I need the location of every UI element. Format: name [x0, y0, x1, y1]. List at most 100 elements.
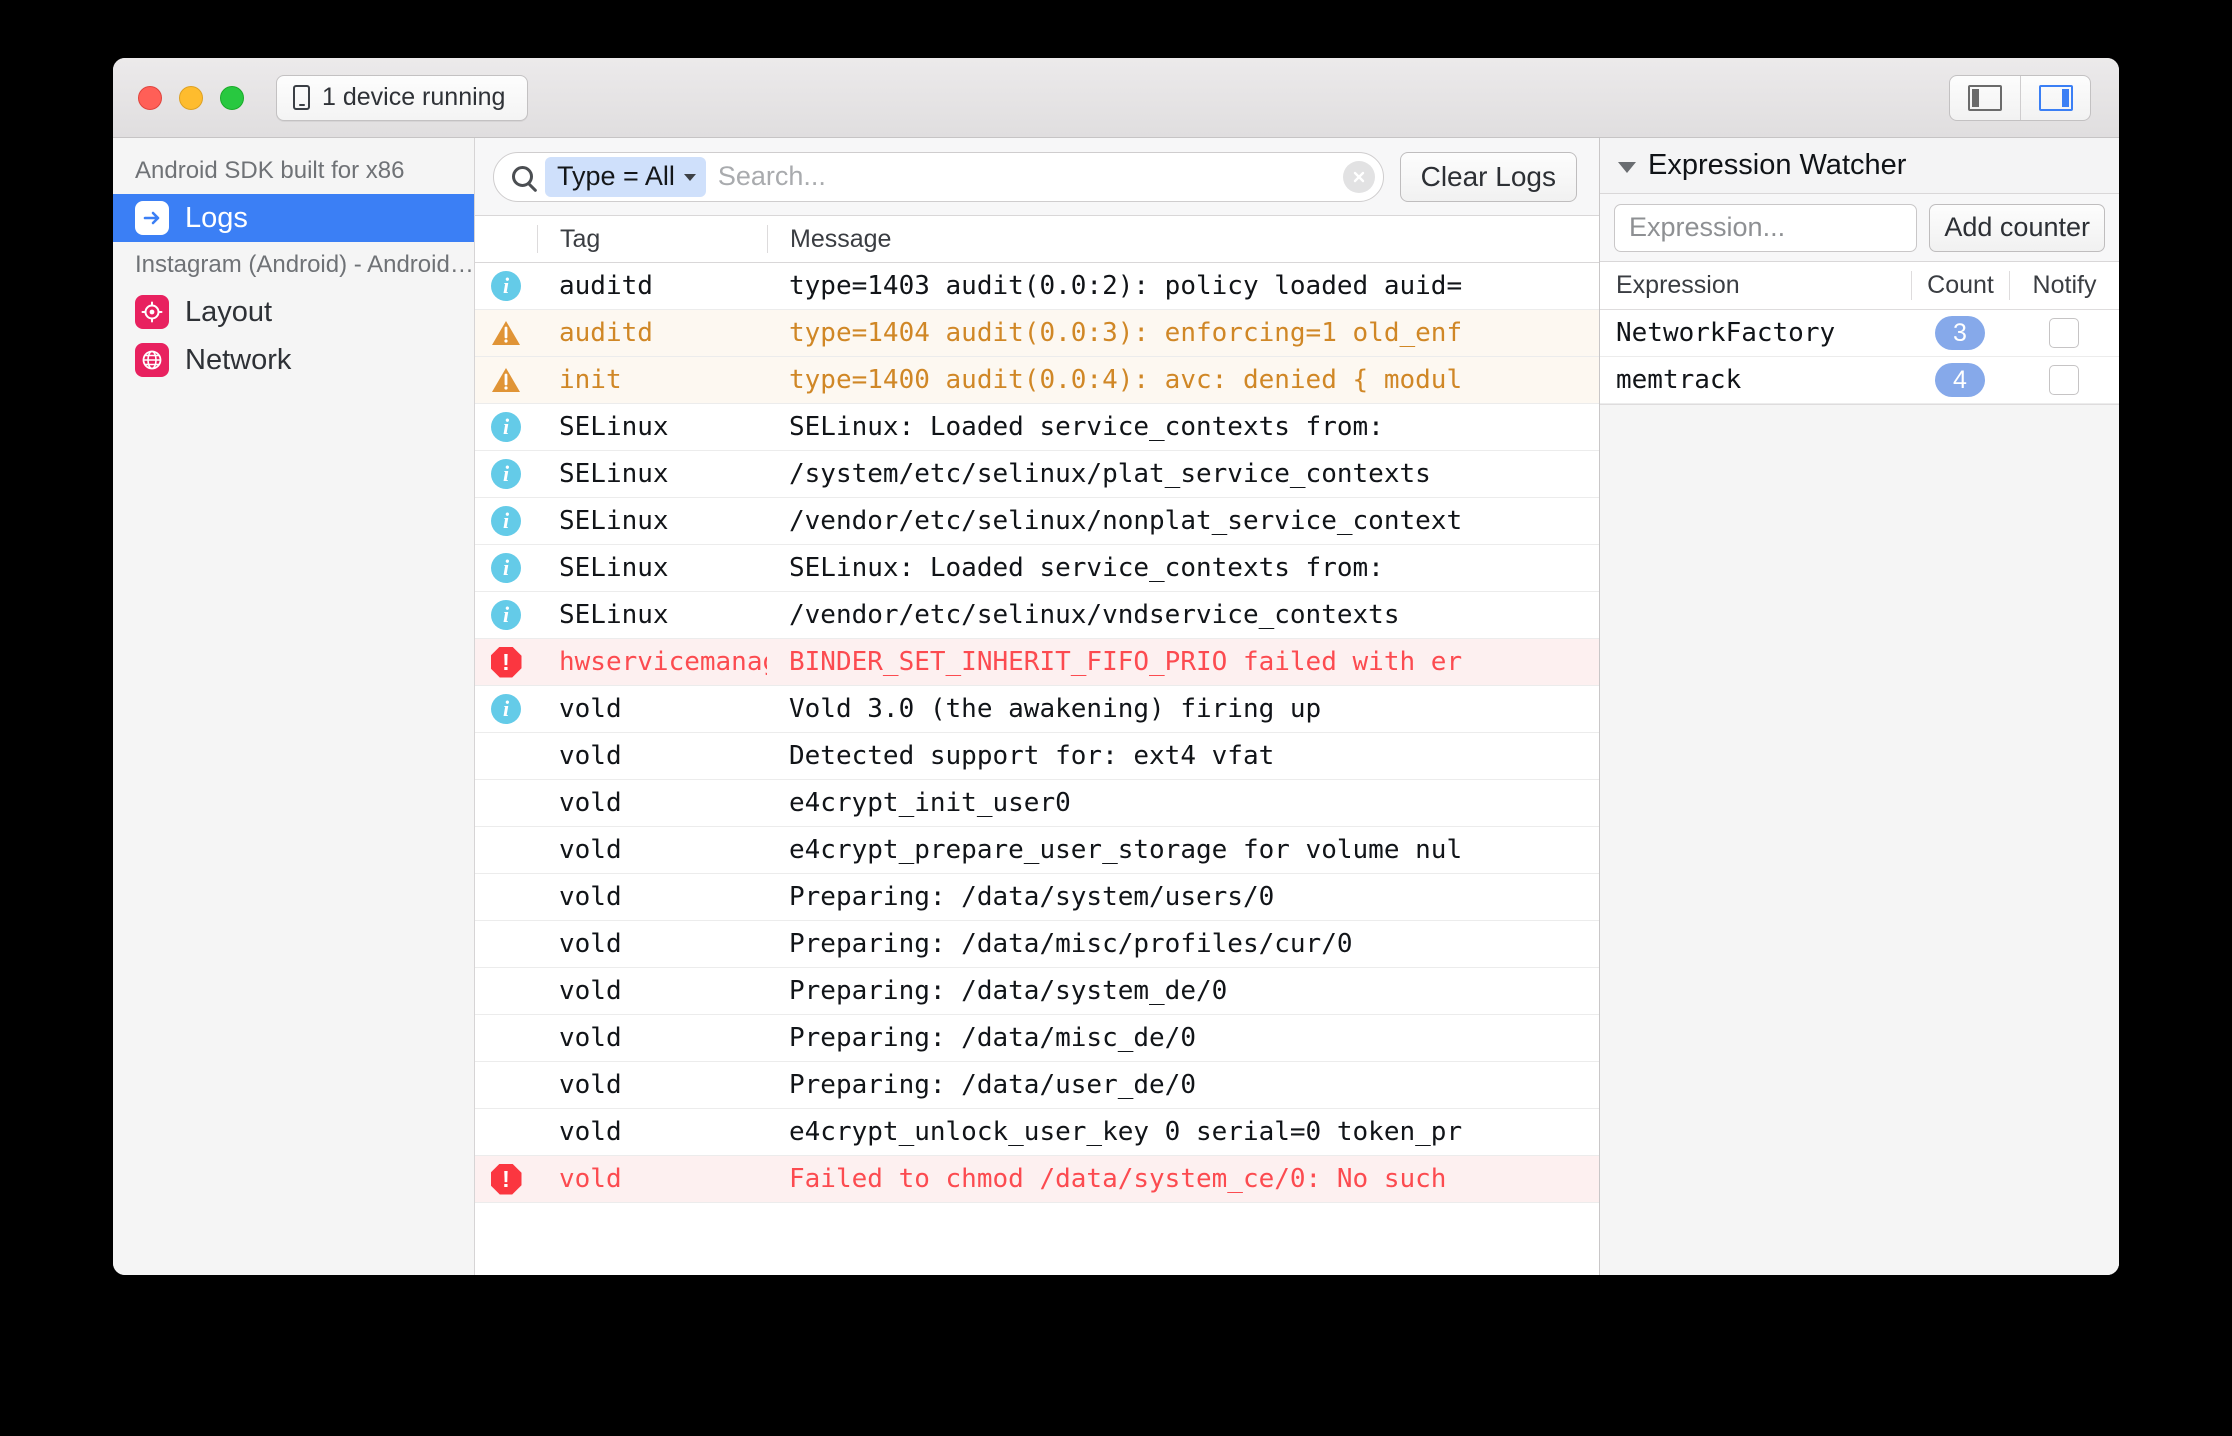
column-header-notify: Notify: [2009, 271, 2119, 300]
expression-panel-empty-area: [1600, 404, 2119, 1275]
expression-add-row: Add counter: [1600, 194, 2119, 262]
table-row[interactable]: auditd type=1404 audit(0.0:3): enforcing=…: [475, 310, 1599, 357]
sidebar-item-logs[interactable]: Logs: [113, 194, 474, 242]
sidebar-item-layout[interactable]: Layout: [113, 288, 474, 336]
log-tag: hwservicemanag: [559, 647, 767, 677]
log-message: type=1404 audit(0.0:3): enforcing=1 old_…: [789, 318, 1463, 348]
log-message: Preparing: /data/misc_de/0: [789, 1023, 1196, 1053]
table-row[interactable]: vold e4crypt_prepare_user_storage for vol…: [475, 827, 1599, 874]
expression-count-cell: 3: [1911, 316, 2009, 350]
log-message: Preparing: /data/system_de/0: [789, 976, 1228, 1006]
phone-icon: [293, 85, 310, 110]
log-tag: vold: [559, 1164, 622, 1194]
right-panel-toggle-icon: [2038, 85, 2073, 111]
table-row[interactable]: vold e4crypt_init_user0: [475, 780, 1599, 827]
device-status-button[interactable]: 1 device running: [276, 74, 529, 121]
log-tag: vold: [559, 788, 622, 818]
panel-toggle-group: [1949, 75, 2091, 121]
log-message: /vendor/etc/selinux/nonplat_service_cont…: [789, 506, 1463, 536]
log-tag: SELinux: [559, 459, 669, 489]
arrow-right-icon: [135, 201, 169, 235]
error-icon: !: [475, 646, 537, 678]
sidebar-item-label-network: Network: [185, 343, 292, 376]
log-message: Failed to chmod /data/system_ce/0: No su…: [789, 1164, 1447, 1194]
log-tag: init: [559, 365, 622, 395]
table-row[interactable]: i SELinux SELinux: Loaded service_contexts…: [475, 404, 1599, 451]
expression-row[interactable]: memtrack 4: [1600, 357, 2119, 404]
info-icon: i: [475, 506, 537, 536]
count-badge: 4: [1935, 363, 1985, 397]
column-header-tag: Tag: [537, 225, 767, 253]
clear-logs-label: Clear Logs: [1420, 160, 1556, 192]
table-row[interactable]: vold Preparing: /data/system_de/0: [475, 968, 1599, 1015]
log-table-header: Tag Message: [475, 216, 1599, 263]
table-row[interactable]: vold Preparing: /data/misc_de/0: [475, 1015, 1599, 1062]
log-message: Detected support for: ext4 vfat: [789, 741, 1275, 771]
log-tag: vold: [559, 929, 622, 959]
notify-checkbox[interactable]: [2049, 365, 2079, 395]
log-tag: vold: [559, 976, 622, 1006]
expression-watcher-title: Expression Watcher: [1648, 149, 1907, 181]
close-window-button[interactable]: [138, 85, 162, 110]
add-counter-button[interactable]: Add counter: [1929, 203, 2105, 252]
sidebar-group-header-app: Instagram (Android) - Android S...: [135, 251, 474, 278]
table-row[interactable]: vold Preparing: /data/user_de/0: [475, 1062, 1599, 1109]
info-icon: i: [475, 412, 537, 442]
search-input[interactable]: [717, 161, 1331, 192]
expression-table-body: NetworkFactory 3 memtrack 4: [1600, 310, 2119, 404]
log-message: SELinux: Loaded service_contexts from:: [789, 553, 1384, 583]
log-message: e4crypt_prepare_user_storage for volume …: [789, 835, 1463, 865]
expression-row[interactable]: NetworkFactory 3: [1600, 310, 2119, 357]
log-message: e4crypt_unlock_user_key 0 serial=0 token…: [789, 1117, 1463, 1147]
table-row[interactable]: i vold Vold 3.0 (the awakening) firing up: [475, 686, 1599, 733]
log-tag: SELinux: [559, 553, 669, 583]
log-table-body: i auditd type=1403 audit(0.0:2): policy lo…: [475, 263, 1599, 1203]
type-filter-token[interactable]: Type = All: [545, 156, 706, 197]
sidebar-group-header-device: Android SDK built for x86: [135, 157, 405, 184]
notify-checkbox[interactable]: [2049, 318, 2079, 348]
log-message: /vendor/etc/selinux/vndservice_contexts: [789, 600, 1400, 630]
log-message: e4crypt_init_user0: [789, 788, 1071, 818]
expression-input[interactable]: [1614, 203, 1918, 252]
table-row[interactable]: vold Preparing: /data/misc/profiles/cur/0: [475, 921, 1599, 968]
log-tag: vold: [559, 835, 622, 865]
expression-watcher-header[interactable]: Expression Watcher: [1600, 138, 2119, 194]
table-row[interactable]: vold Preparing: /data/system/users/0: [475, 874, 1599, 921]
log-message: type=1403 audit(0.0:2): policy loaded au…: [789, 271, 1463, 301]
log-message: Preparing: /data/misc/profiles/cur/0: [789, 929, 1353, 959]
log-table: Tag Message i auditd type=1403 audit(0.0:2…: [475, 216, 1599, 1275]
left-panel-toggle-button[interactable]: [1950, 76, 2020, 120]
table-row[interactable]: ! vold Failed to chmod /data/system_ce/0: …: [475, 1156, 1599, 1203]
table-row[interactable]: vold Detected support for: ext4 vfat: [475, 733, 1599, 780]
table-row[interactable]: i SELinux/vendor/etc/selinux/nonplat_serv…: [475, 498, 1599, 545]
clear-logs-button[interactable]: Clear Logs: [1399, 151, 1577, 202]
globe-icon: [135, 343, 169, 377]
table-row[interactable]: ! hwservicemanag BINDER_SET_INHERIT_FIFO_P…: [475, 639, 1599, 686]
sidebar-item-label-layout: Layout: [185, 295, 273, 328]
log-tag: SELinux: [559, 506, 669, 536]
table-row[interactable]: i auditd type=1403 audit(0.0:2): policy lo…: [475, 263, 1599, 310]
info-icon: i: [475, 694, 537, 724]
right-panel-toggle-button[interactable]: [2020, 76, 2090, 120]
search-bar[interactable]: Type = All: [493, 151, 1384, 202]
window-body: Android SDK built for x86 Logs Instagram…: [113, 138, 2119, 1275]
sidebar-item-network[interactable]: Network: [113, 336, 474, 384]
triangle-down-icon[interactable]: [1618, 162, 1636, 173]
clear-input-icon[interactable]: [1342, 160, 1375, 193]
log-tag: SELinux: [559, 412, 669, 442]
minimize-window-button[interactable]: [179, 85, 203, 110]
table-row[interactable]: init type=1400 audit(0.0:4): avc: denied …: [475, 357, 1599, 404]
expression-notify-cell: [2009, 365, 2119, 395]
table-row[interactable]: i SELinux/system/etc/selinux/plat_service…: [475, 451, 1599, 498]
window-controls: [138, 85, 244, 110]
expression-watcher-panel: Expression Watcher Add counter Expressio…: [1599, 138, 2119, 1275]
maximize-window-button[interactable]: [220, 85, 244, 110]
table-row[interactable]: i SELinux SELinux: Loaded service_contexts…: [475, 545, 1599, 592]
log-tag: vold: [559, 1023, 622, 1053]
table-row[interactable]: vold e4crypt_unlock_user_key 0 serial=0 t…: [475, 1109, 1599, 1156]
expression-notify-cell: [2009, 318, 2119, 348]
table-row[interactable]: i SELinux/vendor/etc/selinux/vndservice_c…: [475, 592, 1599, 639]
type-filter-label: Type = All: [557, 160, 675, 191]
info-icon: i: [475, 553, 537, 583]
expression-name: NetworkFactory: [1616, 318, 1836, 348]
